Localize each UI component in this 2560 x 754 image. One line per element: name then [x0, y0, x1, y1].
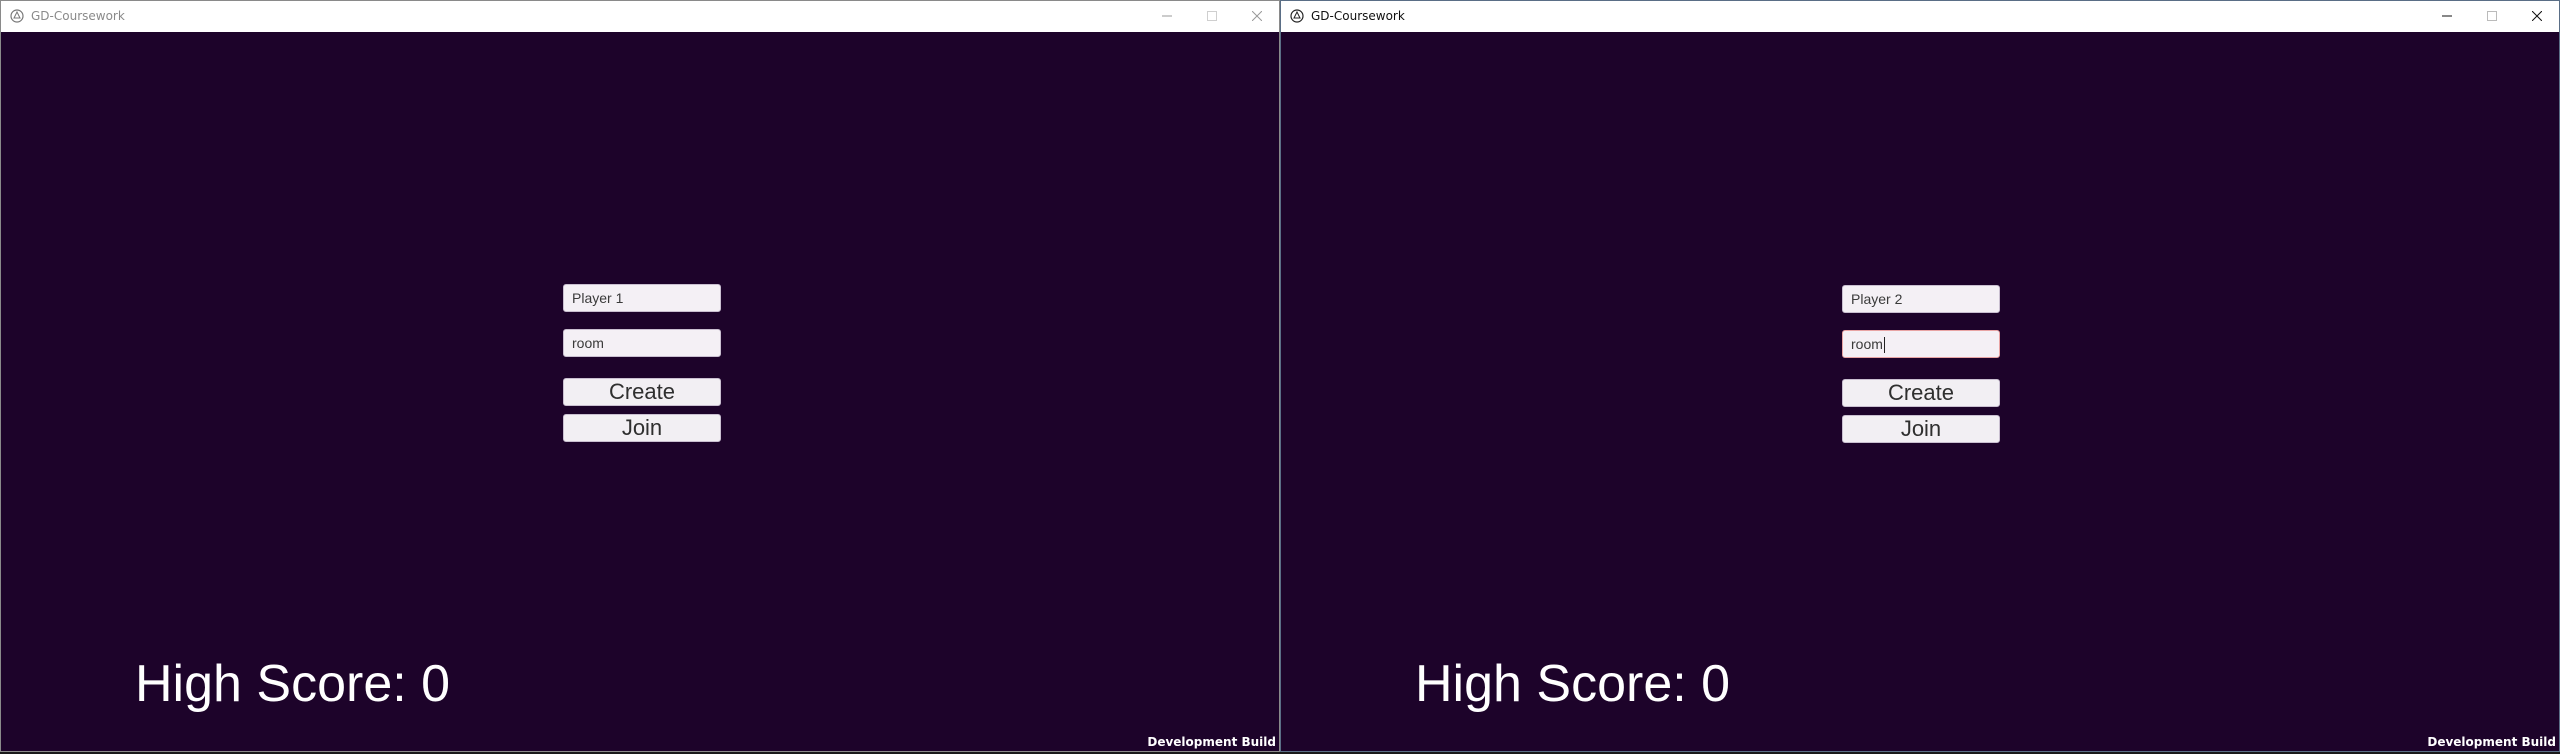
high-score-value: 0 [1701, 655, 1731, 713]
high-score-text: High Score: 0 [1415, 654, 1730, 714]
high-score-label: High Score: [135, 655, 407, 713]
room-input-value: room [1851, 336, 1883, 352]
high-score-label: High Score: [1415, 655, 1687, 713]
window-title: GD-Coursework [31, 9, 125, 23]
development-build-label: Development Build [2427, 735, 2556, 749]
title-bar[interactable]: GD-Coursework [1281, 1, 2559, 32]
title-bar[interactable]: GD-Coursework [1, 1, 1279, 32]
create-button[interactable]: Create [1842, 379, 2000, 407]
room-input[interactable]: room [1842, 330, 2000, 358]
text-caret [1883, 337, 1885, 354]
minimize-button[interactable] [2424, 1, 2469, 31]
join-button[interactable]: Join [1842, 415, 2000, 443]
development-build-label: Development Build [1147, 735, 1276, 749]
game-viewport: Player 1 room Create Join High Score: 0 … [1, 32, 1279, 751]
create-button[interactable]: Create [563, 378, 721, 406]
unity-app-icon [1290, 9, 1304, 23]
game-window-player-2: GD-Coursework Player 2 room Create Join … [1280, 0, 2560, 752]
close-button[interactable] [1234, 1, 1279, 31]
close-icon [2531, 11, 2542, 21]
maximize-icon [1206, 11, 1217, 21]
minimize-icon [2441, 15, 2452, 17]
minimize-button[interactable] [1144, 1, 1189, 31]
join-button[interactable]: Join [563, 414, 721, 442]
player-name-input[interactable]: Player 2 [1842, 285, 2000, 313]
maximize-button[interactable] [2469, 1, 2514, 31]
minimize-icon [1161, 15, 1172, 17]
game-viewport: Player 2 room Create Join High Score: 0 … [1281, 32, 2559, 751]
game-window-player-1: GD-Coursework Player 1 room Create Join … [0, 0, 1280, 752]
close-icon [1251, 11, 1262, 21]
high-score-value: 0 [421, 655, 451, 713]
room-input[interactable]: room [563, 329, 721, 357]
high-score-text: High Score: 0 [135, 654, 450, 714]
maximize-icon [2486, 11, 2497, 21]
player-name-input[interactable]: Player 1 [563, 284, 721, 312]
unity-app-icon [10, 9, 24, 23]
maximize-button[interactable] [1189, 1, 1234, 31]
close-button[interactable] [2514, 1, 2559, 31]
window-title: GD-Coursework [1311, 9, 1405, 23]
